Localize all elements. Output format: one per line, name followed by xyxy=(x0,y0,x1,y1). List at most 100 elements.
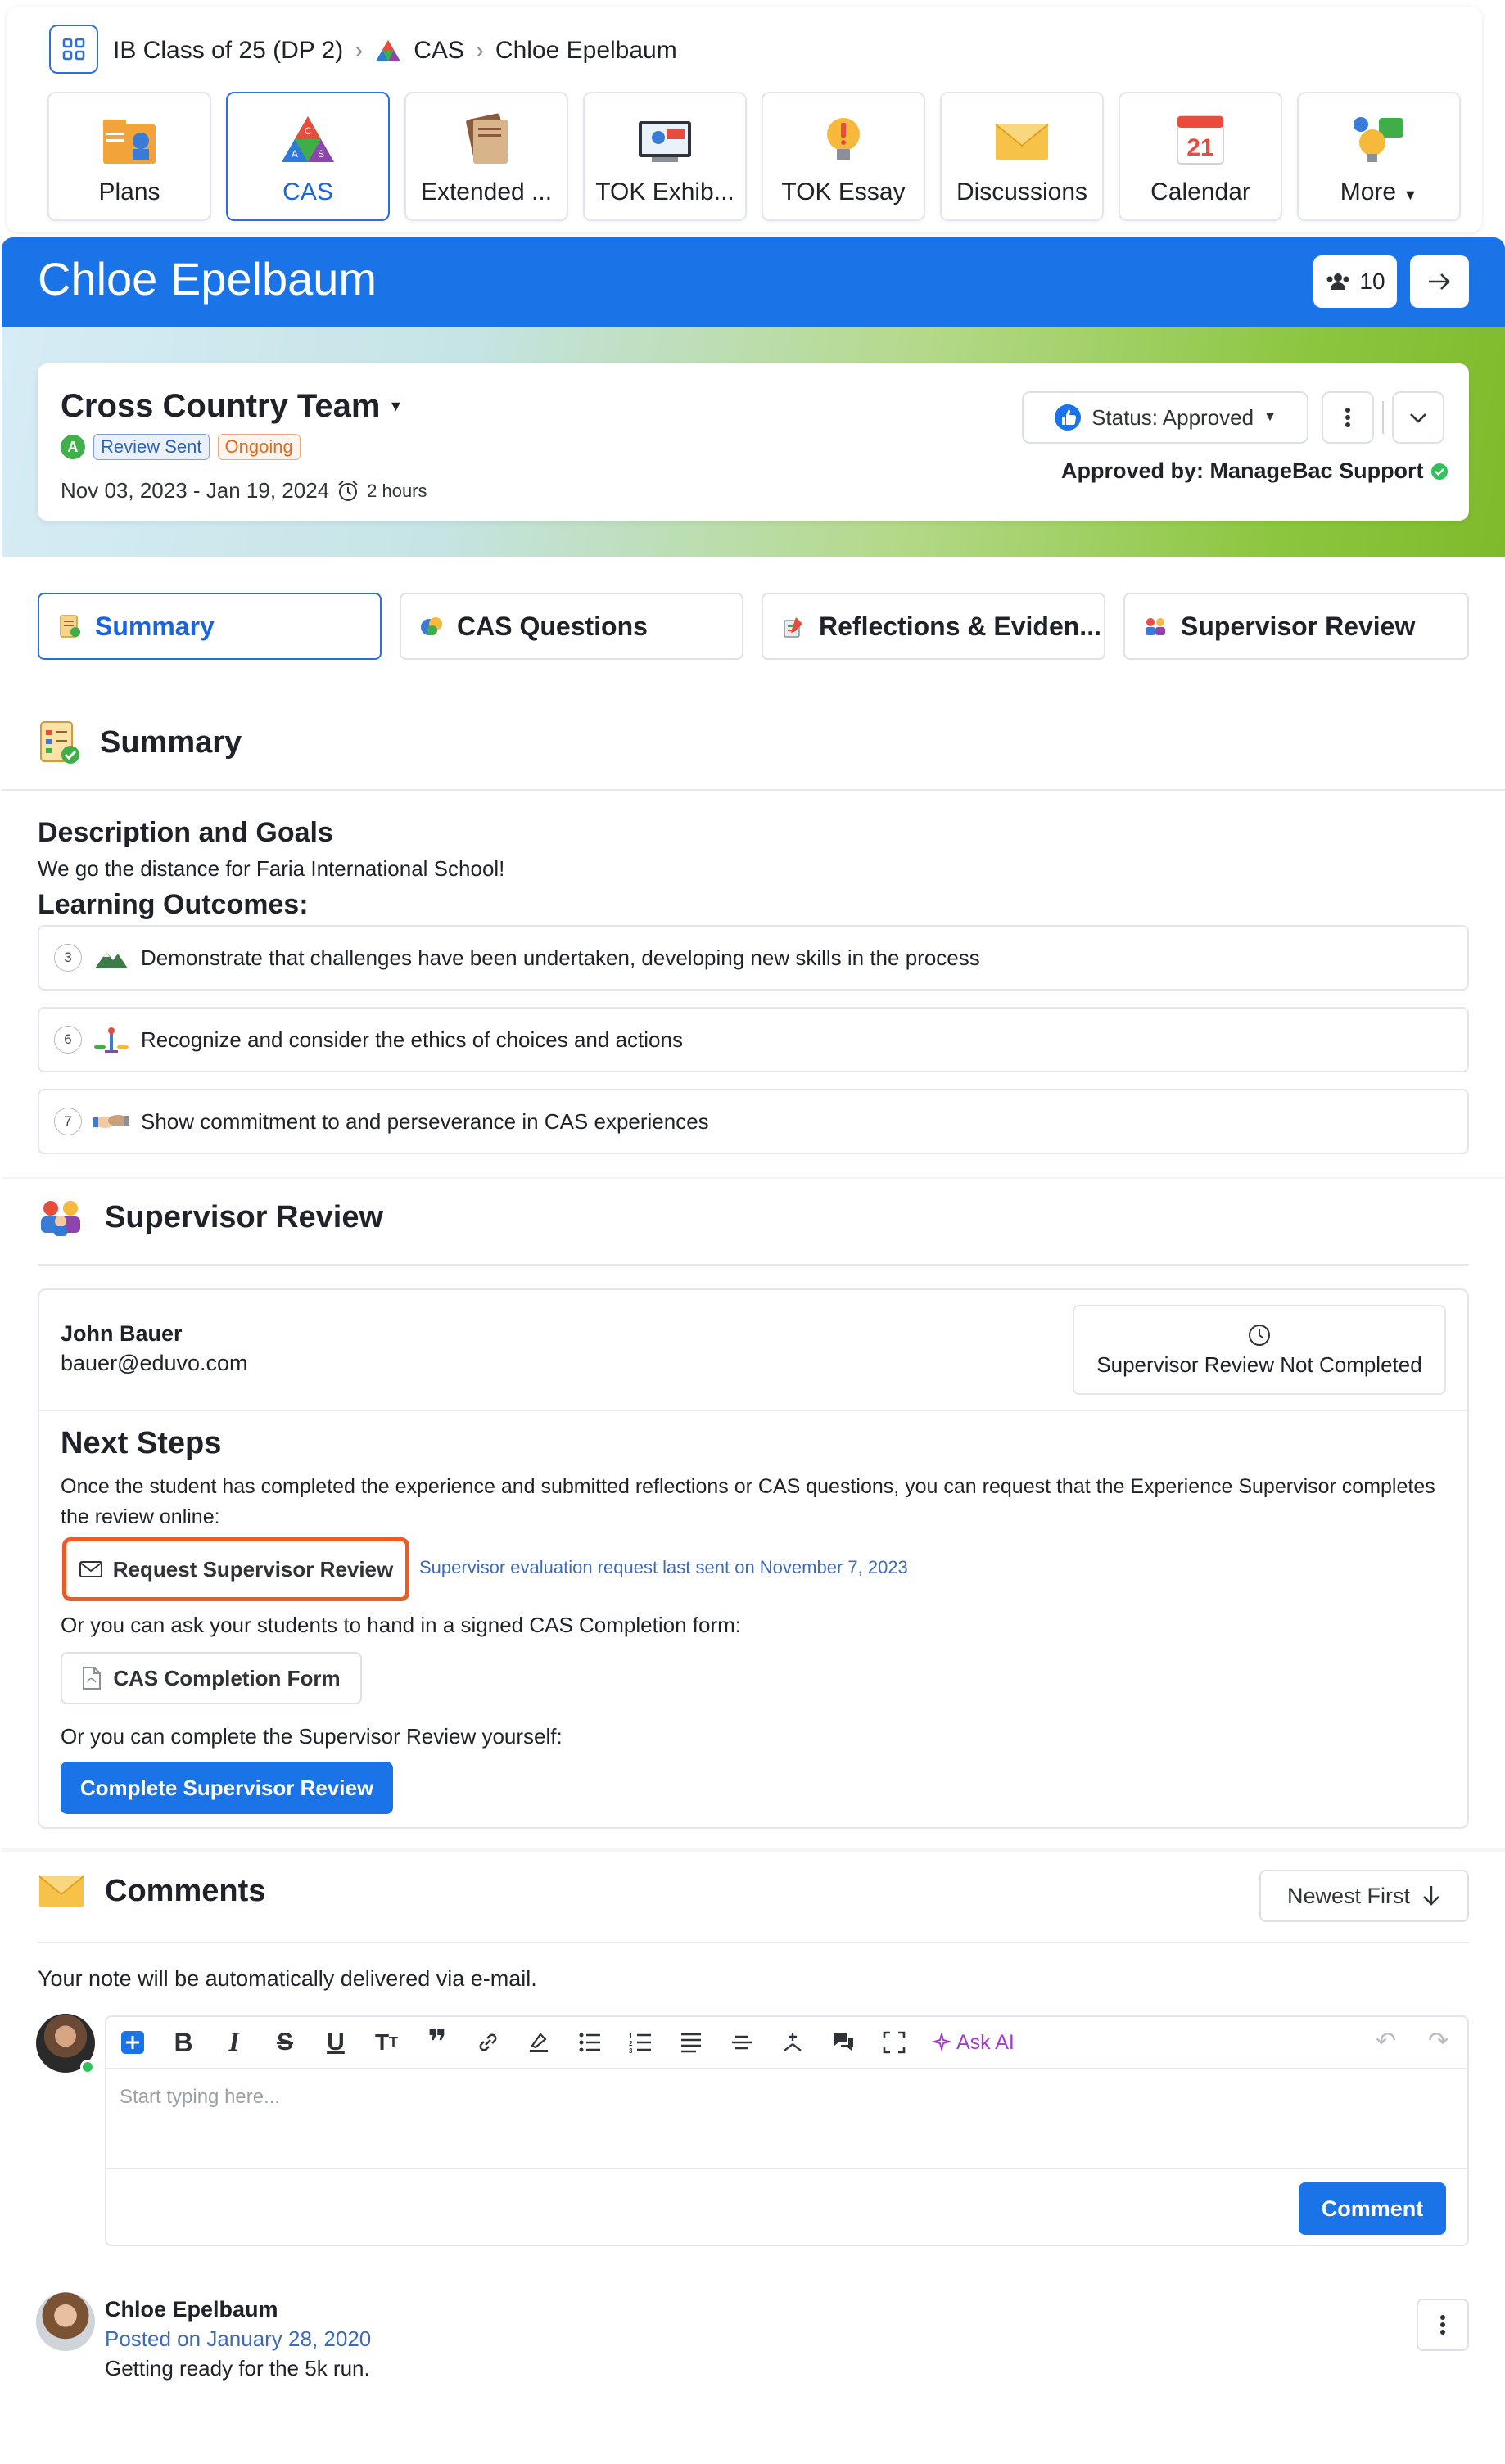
insert-media-icon[interactable] xyxy=(780,2029,806,2056)
breadcrumb-class-link[interactable]: IB Class of 25 (DP 2) xyxy=(113,37,343,65)
quote-icon[interactable]: ❞ xyxy=(424,2024,450,2060)
experience-title-dropdown[interactable]: Cross Country Team ▼ xyxy=(61,388,403,425)
undo-icon[interactable]: ↶ xyxy=(1376,2027,1396,2056)
svg-text:1: 1 xyxy=(629,2033,633,2040)
numbered-list-icon[interactable]: 123 xyxy=(627,2029,653,2056)
experience-badges: A Review Sent Ongoing xyxy=(61,434,301,460)
mountain-icon xyxy=(95,952,128,968)
learning-outcome-item: 6 Recognize and consider the ethics of c… xyxy=(38,1007,1469,1072)
comment-options-button[interactable] xyxy=(1417,2299,1469,2351)
comment-text: Getting ready for the 5k run. xyxy=(105,2356,370,2381)
nav-tile-calendar[interactable]: 21 Calendar xyxy=(1119,92,1282,221)
cas-completion-form-button[interactable]: CAS Completion Form xyxy=(61,1652,362,1704)
email-delivery-note: Your note will be automatically delivere… xyxy=(38,1966,537,1991)
link-icon[interactable] xyxy=(475,2029,501,2056)
underline-icon[interactable]: U xyxy=(323,2029,349,2056)
experience-title: Cross Country Team xyxy=(61,388,381,424)
svg-text:S: S xyxy=(318,148,324,160)
thumbs-up-icon xyxy=(1055,404,1082,431)
comments-heading: Comments xyxy=(38,1871,265,1911)
supervisor-review-icon xyxy=(41,1201,80,1236)
comment-submit-button[interactable]: Comment xyxy=(1299,2182,1446,2235)
supervisor-review-title: Supervisor Review xyxy=(105,1199,384,1234)
bold-icon[interactable]: B xyxy=(170,2028,197,2057)
caret-down-icon: ▼ xyxy=(1263,410,1277,424)
nav-tile-tok-essay[interactable]: TOK Essay xyxy=(762,92,925,221)
fullscreen-icon[interactable] xyxy=(881,2029,907,2056)
request-supervisor-review-button[interactable]: Request Supervisor Review xyxy=(62,1537,409,1601)
tab-summary[interactable]: Summary xyxy=(38,593,382,660)
approved-by-text: Approved by: ManageBac Support xyxy=(1061,458,1424,483)
align-icon[interactable] xyxy=(678,2029,704,2056)
complete-supervisor-review-button[interactable]: Complete Supervisor Review xyxy=(61,1762,393,1814)
outcome-text: Show commitment to and perseverance in C… xyxy=(141,1108,709,1134)
strikethrough-icon[interactable]: S xyxy=(272,2029,298,2056)
comments-title: Comments xyxy=(105,1873,266,1908)
tab-label: CAS Questions xyxy=(457,611,648,641)
learning-outcome-item: 7 Show commitment to and perseverance in… xyxy=(38,1089,1469,1154)
divider xyxy=(1382,401,1384,434)
insert-plus-icon[interactable] xyxy=(120,2029,146,2056)
more-icon xyxy=(1354,117,1403,162)
text-size-icon[interactable]: TT xyxy=(373,2029,400,2056)
highlight-icon[interactable] xyxy=(526,2029,552,2056)
comment-input[interactable]: Start typing here... xyxy=(106,2071,1467,2169)
reflections-icon xyxy=(784,617,802,638)
redo-icon[interactable]: ↷ xyxy=(1428,2027,1449,2056)
nav-tile-plans[interactable]: Plans xyxy=(47,92,211,221)
calendar-day: 21 xyxy=(1186,134,1213,161)
status-dropdown[interactable]: Status: Approved ▼ xyxy=(1022,391,1308,444)
tab-cas-questions[interactable]: CAS Questions xyxy=(400,593,743,660)
svg-text:3: 3 xyxy=(629,2047,633,2053)
outcome-number: 6 xyxy=(54,1026,82,1054)
nav-tile-label: TOK Essay xyxy=(781,178,906,205)
supervisor-status: Supervisor Review Not Completed xyxy=(1096,1352,1422,1377)
outcome-number: 7 xyxy=(54,1108,82,1135)
divider xyxy=(2,789,1505,791)
nav-tile-label: CAS xyxy=(282,178,333,205)
caret-down-icon: ▼ xyxy=(388,398,404,414)
envelope-icon xyxy=(38,1875,84,1907)
comment-bubbles-icon[interactable] xyxy=(830,2029,856,2056)
nav-tile-tok-exhibition[interactable]: TOK Exhib... xyxy=(583,92,747,221)
nav-tile-label: More ▼ xyxy=(1340,178,1418,206)
tok-exhibition-icon xyxy=(639,121,691,162)
collapse-button[interactable] xyxy=(1392,391,1444,444)
discussions-icon xyxy=(995,124,1049,160)
hours: 2 hours xyxy=(367,480,427,501)
ask-ai-button[interactable]: Ask AI xyxy=(932,2031,1015,2055)
nav-tile-extended-essay[interactable]: Extended ... xyxy=(404,92,568,221)
sort-order-button[interactable]: Newest First xyxy=(1259,1870,1469,1922)
kebab-menu-icon xyxy=(1440,2315,1445,2335)
bullet-list-icon[interactable] xyxy=(576,2029,603,2056)
nav-tile-cas[interactable]: CAS CAS xyxy=(226,92,390,221)
experience-options-button[interactable] xyxy=(1322,391,1374,444)
check-circle-icon xyxy=(1430,463,1448,480)
nav-tile-discussions[interactable]: Discussions xyxy=(940,92,1104,221)
tok-essay-icon xyxy=(827,118,860,160)
summary-title: Summary xyxy=(100,724,242,760)
next-steps-text: Once the student has completed the exper… xyxy=(61,1475,1435,1528)
comment-author: Chloe Epelbaum xyxy=(105,2297,278,2322)
nav-tile-label: Calendar xyxy=(1150,178,1250,205)
supervisor-email: bauer@eduvo.com xyxy=(61,1351,248,1375)
tab-supervisor-review[interactable]: Supervisor Review xyxy=(1123,593,1469,660)
horizontal-rule-icon[interactable] xyxy=(729,2029,755,2056)
online-status-dot xyxy=(80,2060,95,2074)
breadcrumb-cas-link[interactable]: CAS xyxy=(414,37,464,65)
summary-icon xyxy=(40,721,79,764)
nav-tile-label: Discussions xyxy=(956,178,1088,205)
summary-heading: Summary xyxy=(38,719,242,766)
handshake-icon xyxy=(93,1115,129,1128)
apps-grid-button[interactable] xyxy=(49,25,98,74)
members-count-button[interactable]: 10 xyxy=(1313,255,1397,308)
tab-reflections[interactable]: Reflections & Eviden... xyxy=(762,593,1105,660)
italic-icon[interactable]: I xyxy=(221,2027,247,2057)
next-student-button[interactable] xyxy=(1410,255,1469,308)
alarm-clock-icon xyxy=(338,480,358,501)
nav-tile-label: TOK Exhib... xyxy=(595,178,734,205)
next-steps-heading: Next Steps xyxy=(61,1426,222,1460)
nav-tile-more[interactable]: More ▼ xyxy=(1297,92,1461,221)
supervisor-review-icon xyxy=(1146,618,1165,635)
grade-badge: A xyxy=(61,435,85,459)
